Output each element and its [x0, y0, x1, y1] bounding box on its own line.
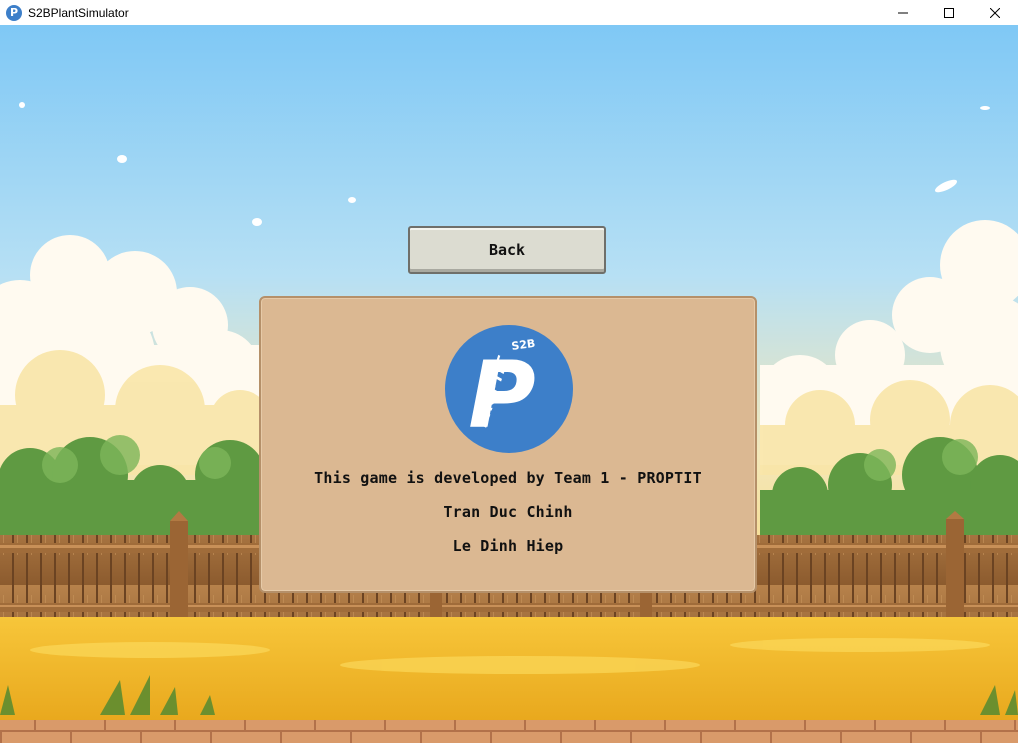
maximize-icon — [944, 7, 954, 18]
window-title: S2BPlantSimulator — [28, 5, 129, 20]
credit-member-1: Tran Duc Chinh — [443, 503, 573, 521]
close-icon — [990, 7, 1000, 18]
window-controls — [880, 0, 1018, 25]
credit-team-line: This game is developed by Team 1 - PROPT… — [314, 469, 702, 487]
minimize-button[interactable] — [880, 0, 926, 25]
back-button[interactable]: Back — [408, 226, 606, 274]
app-window: P S2BPlantSimulator Back P PROPTIT S2B T… — [0, 0, 1018, 743]
app-icon: P — [6, 4, 22, 21]
credit-member-2: Le Dinh Hiep — [452, 537, 564, 555]
close-button[interactable] — [972, 0, 1018, 25]
maximize-button[interactable] — [926, 0, 972, 25]
title-bar[interactable]: P S2BPlantSimulator — [0, 0, 1018, 25]
credits-panel: P PROPTIT S2B This game is developed by … — [259, 296, 757, 593]
proptit-logo: P PROPTIT S2B — [445, 325, 573, 453]
game-canvas: Back P PROPTIT S2B This game is develope… — [0, 25, 1018, 743]
minimize-icon — [898, 12, 908, 13]
